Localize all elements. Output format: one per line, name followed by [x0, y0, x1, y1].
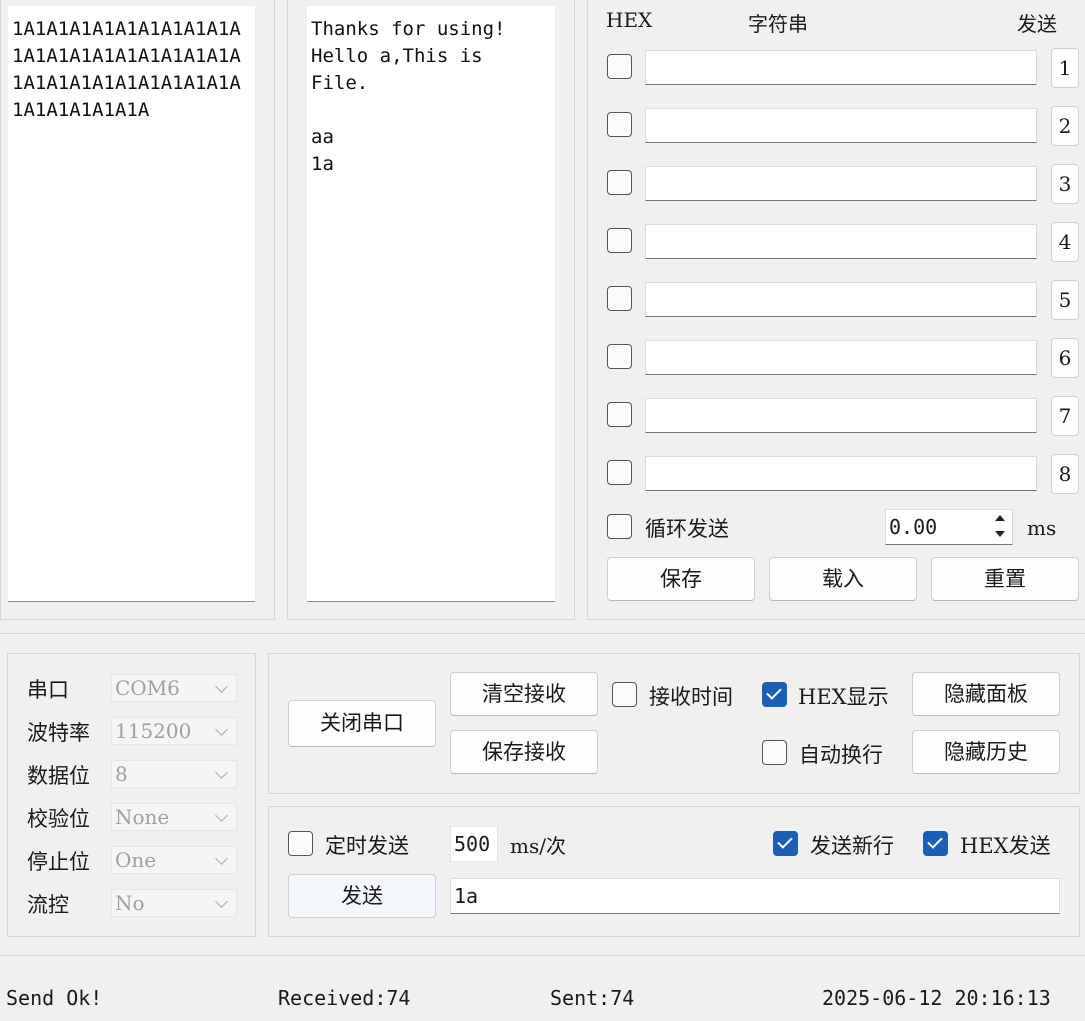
history-textarea[interactable]: Thanks for using! Hello a,This is File. …	[307, 6, 555, 602]
save-receive-button[interactable]: 保存接收	[450, 730, 598, 774]
baud-select[interactable]: 115200	[111, 717, 237, 745]
row-string-input[interactable]	[645, 398, 1037, 433]
chevron-down-icon	[215, 680, 228, 693]
row-string-input[interactable]	[645, 456, 1037, 491]
stopbits-value: One	[115, 848, 157, 872]
row-string-input[interactable]	[645, 340, 1037, 375]
row-hex-checkbox[interactable]	[607, 228, 632, 253]
chevron-down-icon	[215, 895, 228, 908]
loop-send-checkbox[interactable]	[607, 514, 632, 539]
send-newline-checkbox[interactable]	[773, 831, 798, 856]
parity-value: None	[115, 805, 170, 829]
timed-interval-input[interactable]: 500	[450, 826, 498, 862]
chevron-down-icon	[215, 852, 228, 865]
flow-label: 流控	[27, 893, 69, 917]
status-datetime: 2025-06-12 20:16:13	[822, 986, 1051, 1010]
recv-time-checkbox[interactable]	[612, 682, 637, 707]
auto-wrap-checkbox[interactable]	[762, 740, 787, 765]
send-input[interactable]: 1a	[450, 878, 1060, 914]
send-button[interactable]: 发送	[288, 874, 436, 918]
header-string: 字符串	[748, 12, 808, 36]
status-sent: Sent:74	[550, 986, 635, 1010]
port-label: 串口	[27, 678, 69, 702]
save-button[interactable]: 保存	[607, 557, 755, 601]
hide-panel-button[interactable]: 隐藏面板	[912, 672, 1060, 716]
databits-label: 数据位	[27, 764, 90, 788]
stopbits-select[interactable]: One	[111, 846, 237, 874]
row-send-button[interactable]: 8	[1051, 454, 1079, 494]
parity-label: 校验位	[27, 807, 90, 831]
row-send-button[interactable]: 1	[1051, 48, 1079, 88]
auto-wrap-label: 自动换行	[799, 743, 883, 767]
hide-history-button[interactable]: 隐藏历史	[912, 730, 1060, 774]
baud-value: 115200	[115, 719, 192, 743]
hex-display-label: HEX显示	[798, 685, 889, 709]
load-button[interactable]: 载入	[769, 557, 917, 601]
row-hex-checkbox[interactable]	[607, 460, 632, 485]
loop-send-label: 循环发送	[645, 517, 729, 541]
row-send-button[interactable]: 2	[1051, 106, 1079, 146]
flow-value: No	[115, 891, 145, 915]
hex-send-label: HEX发送	[960, 834, 1051, 858]
receive-textarea[interactable]: 1A1A1A1A1A1A1A1A1A1A1A1A1A1A1A1A1A1A1A1A…	[8, 6, 255, 602]
send-input-value: 1a	[454, 884, 479, 908]
row-hex-checkbox[interactable]	[607, 112, 632, 137]
flow-select[interactable]: No	[111, 889, 237, 917]
row-hex-checkbox[interactable]	[607, 344, 632, 369]
row-string-input[interactable]	[645, 224, 1037, 259]
hex-display-checkbox[interactable]	[762, 682, 787, 707]
databits-select[interactable]: 8	[111, 760, 237, 788]
row-send-button[interactable]: 4	[1051, 222, 1079, 262]
row-send-button[interactable]: 6	[1051, 338, 1079, 378]
timed-send-label: 定时发送	[325, 834, 409, 858]
header-send: 发送	[1017, 12, 1057, 36]
row-string-input[interactable]	[645, 108, 1037, 143]
status-divider	[0, 955, 1085, 956]
row-string-input[interactable]	[645, 166, 1037, 201]
interval-value: 0.00	[889, 515, 938, 539]
row-hex-checkbox[interactable]	[607, 170, 632, 195]
port-value: COM6	[115, 676, 180, 700]
close-port-button[interactable]: 关闭串口	[288, 700, 436, 747]
parity-select[interactable]: None	[111, 803, 237, 831]
spin-up-icon[interactable]	[990, 512, 1010, 526]
send-newline-label: 发送新行	[810, 834, 894, 858]
timed-interval-value: 500	[454, 832, 491, 856]
chevron-down-icon	[215, 809, 228, 822]
clear-receive-button[interactable]: 清空接收	[450, 672, 598, 716]
chevron-down-icon	[215, 723, 228, 736]
row-string-input[interactable]	[645, 282, 1037, 317]
reset-button[interactable]: 重置	[931, 557, 1079, 601]
chevron-down-icon	[215, 766, 228, 779]
hex-send-checkbox[interactable]	[923, 831, 948, 856]
databits-value: 8	[115, 762, 128, 786]
timed-unit: ms/次	[510, 834, 566, 858]
row-hex-checkbox[interactable]	[607, 286, 632, 311]
timed-send-checkbox[interactable]	[288, 831, 313, 856]
spin-down-icon[interactable]	[990, 527, 1010, 541]
interval-unit: ms	[1027, 516, 1057, 540]
port-select[interactable]: COM6	[111, 674, 237, 702]
row-send-button[interactable]: 5	[1051, 280, 1079, 320]
row-hex-checkbox[interactable]	[607, 402, 632, 427]
divider	[0, 633, 1085, 634]
recv-time-label: 接收时间	[649, 685, 733, 709]
row-hex-checkbox[interactable]	[607, 54, 632, 79]
status-received: Received:74	[278, 986, 411, 1010]
stopbits-label: 停止位	[27, 850, 90, 874]
row-send-button[interactable]: 7	[1051, 396, 1079, 436]
header-hex: HEX	[606, 8, 653, 32]
baud-label: 波特率	[27, 721, 90, 745]
row-send-button[interactable]: 3	[1051, 164, 1079, 204]
row-string-input[interactable]	[645, 50, 1037, 85]
status-message: Send Ok!	[6, 986, 103, 1010]
